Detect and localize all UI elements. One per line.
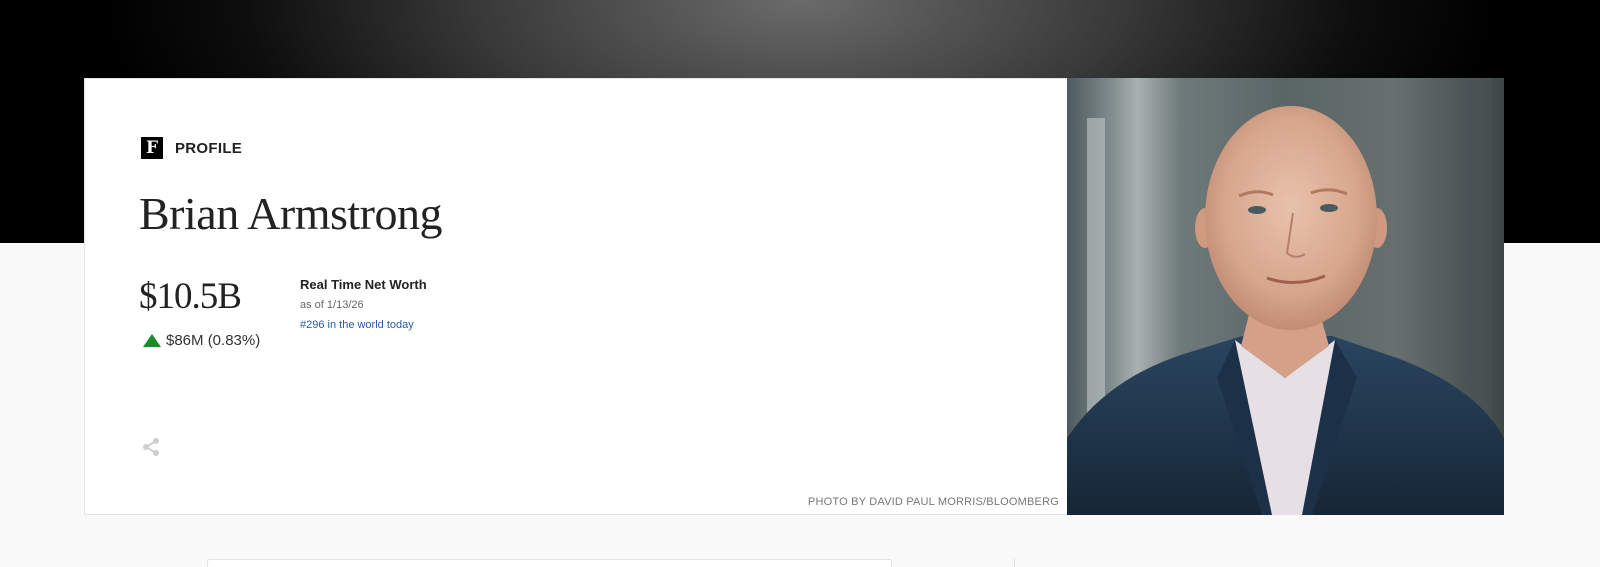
net-worth-info: Real Time Net Worth as of 1/13/26 #296 i… (300, 277, 427, 331)
change-value: $86M (0.83%) (166, 332, 261, 349)
brand-row: F PROFILE (141, 137, 242, 159)
share-icon[interactable] (141, 437, 161, 457)
net-worth-value: $10.5B (139, 276, 242, 317)
world-rank-link[interactable]: #296 in the world today (300, 319, 427, 331)
profile-card: F PROFILE Brian Armstrong $10.5B $86M (0… (84, 78, 1068, 515)
person-name: Brian Armstrong (139, 188, 442, 239)
as-of-date: as of 1/13/26 (300, 299, 364, 311)
photo-credit: PHOTO BY DAVID PAUL MORRIS/BLOOMBERG (807, 496, 1059, 508)
net-worth-change: $86M (0.83%) (143, 332, 260, 349)
net-worth-title: Real Time Net Worth (300, 277, 427, 292)
content-box (207, 559, 892, 567)
up-arrow-icon (143, 334, 161, 347)
profile-photo (1067, 78, 1504, 515)
forbes-logo-icon[interactable]: F (141, 137, 163, 159)
section-label: PROFILE (175, 139, 243, 157)
column-divider (1014, 559, 1015, 567)
